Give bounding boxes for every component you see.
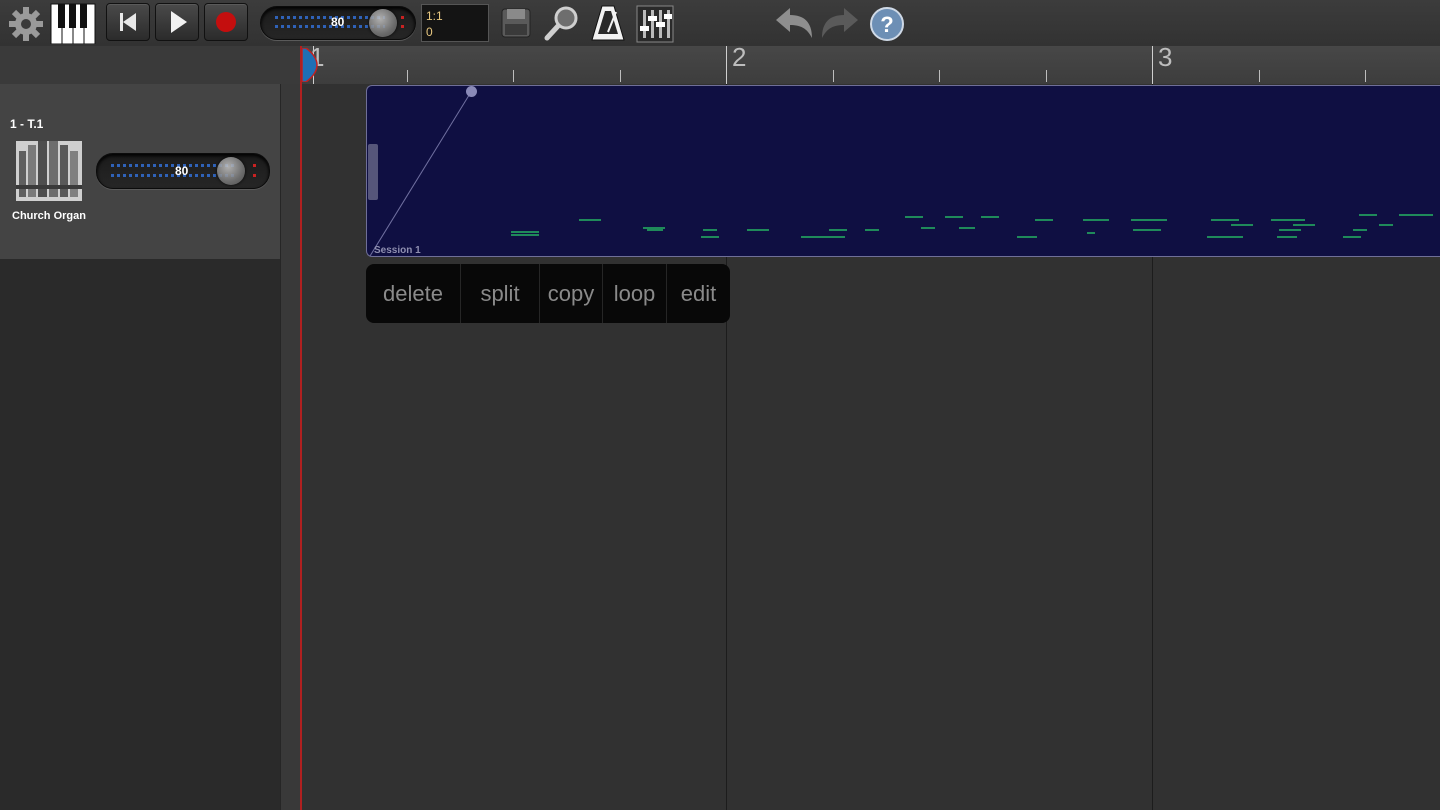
midi-note — [511, 234, 539, 236]
master-volume-knob[interactable] — [369, 9, 397, 37]
playhead-line[interactable] — [300, 46, 302, 810]
beat-tick — [833, 70, 834, 82]
midi-note — [981, 216, 999, 218]
beat-tick — [1046, 70, 1047, 82]
record-button[interactable] — [204, 3, 248, 41]
midi-note — [1017, 236, 1037, 238]
midi-note — [1277, 236, 1297, 238]
midi-note — [579, 219, 601, 221]
bar-number-2: 2 — [732, 42, 747, 72]
beat-tick — [939, 70, 940, 82]
midi-note — [701, 236, 719, 238]
midi-note — [829, 229, 847, 231]
bar-line-3 — [1152, 46, 1153, 84]
midi-note — [511, 231, 539, 233]
record-icon — [216, 12, 236, 32]
position-tick: 0 — [426, 25, 433, 39]
beat-tick — [1365, 70, 1366, 82]
master-volume-slider[interactable]: 80 — [260, 6, 416, 40]
delete-menu-item[interactable]: delete — [366, 264, 461, 323]
track-volume-value: 80 — [175, 164, 189, 178]
midi-note — [959, 227, 975, 229]
midi-note — [865, 229, 879, 231]
position-display: 1:1 0 — [421, 4, 489, 42]
skip-back-icon — [120, 13, 136, 31]
ruler-left-spacer — [0, 46, 302, 85]
redo-arrow-icon[interactable] — [818, 2, 862, 44]
beat-tick — [620, 70, 621, 82]
timeline-ruler[interactable]: 1 2 3 — [302, 42, 1440, 85]
midi-note — [921, 227, 935, 229]
undo-arrow-icon[interactable] — [772, 2, 816, 44]
play-button[interactable] — [155, 3, 199, 41]
fade-handle[interactable] — [466, 86, 477, 97]
settings-gear-icon[interactable] — [6, 2, 46, 44]
edit-menu-item[interactable]: edit — [667, 264, 730, 323]
midi-note — [1231, 224, 1253, 226]
midi-note — [747, 229, 769, 231]
midi-note — [1035, 219, 1053, 221]
midi-note — [1399, 214, 1433, 216]
track-header[interactable]: 1 - T.1 Church Organ 80 — [0, 84, 280, 260]
zoom-magnifier-icon[interactable] — [542, 2, 582, 44]
midi-note — [1271, 219, 1305, 221]
midi-note — [1379, 224, 1393, 226]
track-volume-knob[interactable] — [217, 157, 245, 185]
midi-note — [1207, 236, 1243, 238]
metronome-icon[interactable] — [588, 2, 628, 44]
track-list-empty-area — [0, 260, 280, 810]
split-menu-item[interactable]: split — [461, 264, 540, 323]
midi-note — [1279, 229, 1301, 231]
mixer-icon[interactable] — [636, 2, 674, 44]
midi-note — [945, 216, 963, 218]
copy-menu-item[interactable]: copy — [540, 264, 603, 323]
velocity-curve — [369, 91, 472, 256]
clip-context-menu: delete split copy loop edit — [366, 264, 730, 323]
playhead-marker-icon[interactable] — [301, 47, 318, 83]
midi-note — [1133, 229, 1161, 231]
bar-line-2 — [726, 46, 727, 84]
beat-tick — [513, 70, 514, 82]
midi-note — [703, 229, 717, 231]
midi-note — [801, 236, 845, 238]
master-volume-value: 80 — [331, 15, 345, 29]
rewind-button[interactable] — [106, 3, 150, 41]
midi-note — [1359, 214, 1377, 216]
bar-number-3: 3 — [1158, 42, 1173, 72]
main-toolbar: 80 1:1 0 ? — [0, 0, 1440, 47]
clip-name: Session 1 — [374, 245, 421, 256]
midi-note — [1211, 219, 1239, 221]
help-question-icon[interactable]: ? — [868, 2, 906, 44]
track-volume-slider[interactable]: 80 — [96, 153, 270, 189]
midi-note — [905, 216, 923, 218]
midi-note — [1131, 219, 1167, 221]
play-icon — [171, 11, 187, 33]
organ-pipes-icon[interactable] — [16, 141, 82, 201]
midi-note — [1353, 229, 1367, 231]
svg-text:?: ? — [880, 12, 893, 37]
midi-note — [647, 229, 663, 231]
midi-clip[interactable]: Session 1 — [366, 85, 1440, 257]
piano-keyboard-icon[interactable] — [50, 2, 96, 45]
clip-resize-handle[interactable] — [368, 144, 378, 200]
beat-tick — [1259, 70, 1260, 82]
position-bar-beat: 1:1 — [426, 9, 443, 23]
beat-tick — [407, 70, 408, 82]
loop-menu-item[interactable]: loop — [603, 264, 667, 323]
midi-note — [1087, 232, 1095, 234]
track-name: 1 - T.1 — [10, 117, 44, 131]
save-floppy-icon[interactable] — [498, 2, 534, 44]
instrument-name: Church Organ — [12, 210, 86, 222]
midi-note — [1083, 219, 1109, 221]
midi-note — [1343, 236, 1361, 238]
midi-note — [1293, 224, 1315, 226]
